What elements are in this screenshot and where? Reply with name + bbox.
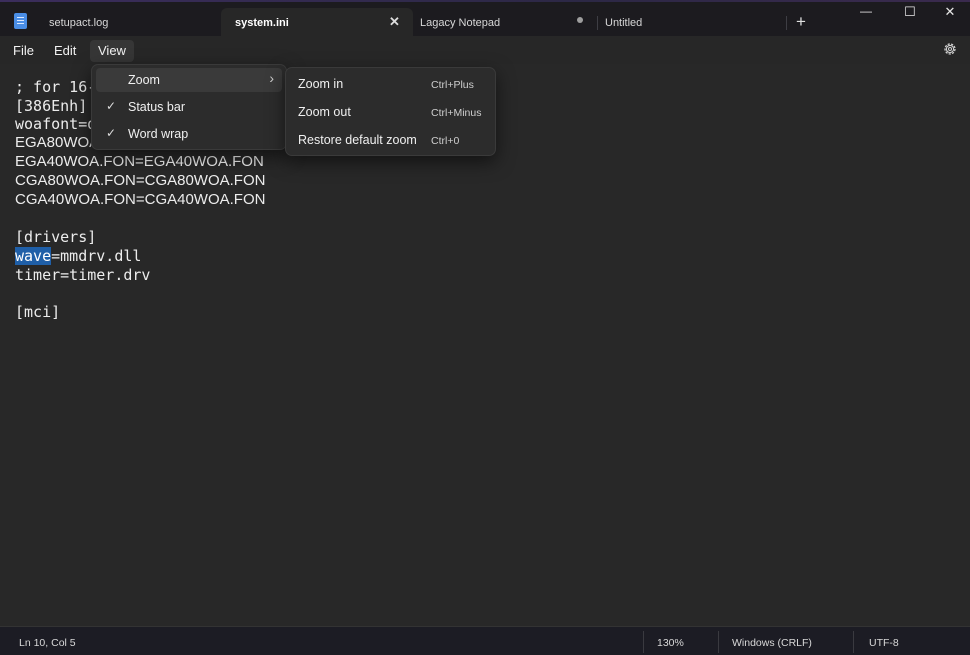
shortcut-label: Ctrl+Plus (431, 79, 474, 91)
view-menu-dropdown: Zoom › ✓ Status bar ✓ Word wrap (91, 64, 287, 150)
checkmark-icon: ✓ (106, 126, 117, 140)
status-bar: Ln 10, Col 5 130% Windows (CRLF) UTF-8 (0, 626, 970, 655)
tab-label: setupact.log (49, 17, 109, 29)
editor-line: wave=mmdrv.dll (15, 247, 141, 265)
editor-line: ; for 16- (15, 78, 97, 96)
menu-item-zoom-out[interactable]: Zoom out Ctrl+Minus (290, 99, 491, 125)
editor-line: EGA40WOA.FON=EGA40WOA.FON (15, 153, 264, 170)
close-window-button[interactable]: ✕ (930, 4, 970, 28)
menu-item-label: Status bar (128, 100, 185, 114)
tab-lagacy-notepad[interactable]: Lagacy Notepad (413, 8, 596, 36)
zoom-level[interactable]: 130% (657, 637, 684, 649)
notepad-app-icon (14, 13, 27, 29)
menu-item-restore-zoom[interactable]: Restore default zoom Ctrl+0 (290, 127, 491, 153)
editor-line: timer=timer.drv (15, 266, 151, 284)
menu-item-label: Zoom in (298, 77, 344, 91)
menu-item-label: Zoom (128, 73, 160, 87)
editor-line: [386Enh] (15, 97, 88, 115)
tab-system-ini[interactable]: system.ini ✕ (221, 8, 413, 36)
editor-line: [mci] (15, 303, 61, 321)
chevron-right-icon: › (269, 70, 274, 86)
menu-item-label: Restore default zoom (298, 133, 417, 147)
unsaved-dot-icon (577, 17, 583, 23)
menu-item-label: Zoom out (298, 105, 351, 119)
new-tab-button[interactable]: + (796, 12, 806, 32)
minimize-button[interactable]: — (846, 4, 886, 28)
menu-item-zoom-in[interactable]: Zoom in Ctrl+Plus (290, 71, 491, 97)
menu-item-word-wrap[interactable]: ✓ Word wrap (96, 122, 282, 146)
settings-gear-icon[interactable] (942, 41, 958, 57)
line-remainder: =mmdrv.dll (51, 247, 142, 265)
title-bar: setupact.log system.ini ✕ Lagacy Notepad… (0, 0, 970, 37)
selected-text: wave (15, 247, 52, 265)
status-separator (853, 631, 854, 653)
tab-label: Lagacy Notepad (420, 17, 501, 29)
encoding[interactable]: UTF-8 (869, 637, 899, 649)
shortcut-label: Ctrl+Minus (431, 107, 482, 119)
tab-close-icon[interactable]: ✕ (389, 14, 400, 30)
editor-line: woafont=d (15, 115, 97, 133)
tab-label: Untitled (605, 17, 643, 29)
tab-untitled[interactable]: Untitled (598, 8, 788, 36)
tab-label: system.ini (235, 17, 289, 29)
editor-line: [drivers] (15, 228, 97, 246)
zoom-submenu: Zoom in Ctrl+Plus Zoom out Ctrl+Minus Re… (285, 67, 496, 156)
status-separator (643, 631, 644, 653)
line-ending[interactable]: Windows (CRLF) (732, 637, 812, 649)
shortcut-label: Ctrl+0 (431, 135, 460, 147)
tab-setupact-log[interactable]: setupact.log (40, 8, 220, 36)
menu-item-zoom[interactable]: Zoom › (96, 68, 282, 92)
menu-view[interactable]: View (90, 40, 134, 62)
status-separator (718, 631, 719, 653)
maximize-button[interactable]: ☐ (890, 4, 930, 28)
menu-file[interactable]: File (5, 40, 42, 62)
checkmark-icon: ✓ (106, 99, 117, 113)
tab-separator (786, 16, 787, 30)
cursor-position: Ln 10, Col 5 (19, 637, 76, 649)
menu-item-status-bar[interactable]: ✓ Status bar (96, 95, 282, 119)
editor-line: CGA80WOA.FON=CGA80WOA.FON (15, 172, 266, 189)
menu-bar: File Edit View (0, 36, 970, 64)
menu-item-label: Word wrap (128, 127, 189, 141)
editor-line: CGA40WOA.FON=CGA40WOA.FON (15, 191, 266, 208)
menu-edit[interactable]: Edit (46, 40, 84, 62)
